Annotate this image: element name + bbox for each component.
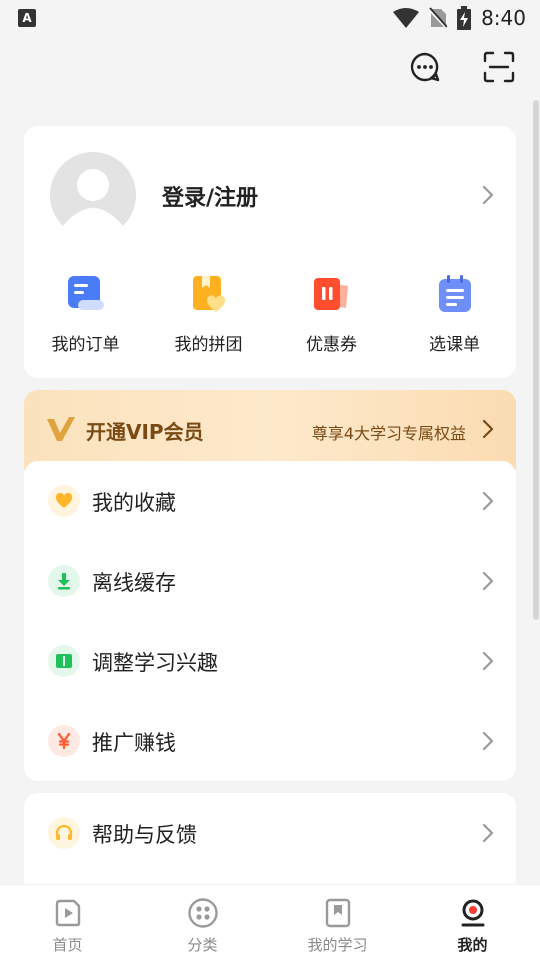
menu-item-favorites[interactable]: 我的收藏 <box>24 461 516 541</box>
chevron-right-icon <box>482 491 494 511</box>
interest-book-icon <box>48 645 80 677</box>
chevron-right-icon <box>482 419 494 439</box>
profile-card: 登录/注册 我的订单 我的拼团 优惠券 选课单 <box>24 126 516 378</box>
default-avatar-icon <box>50 152 136 238</box>
scrollbar[interactable] <box>533 100 539 620</box>
quick-action-coupons[interactable]: 优惠券 <box>270 274 393 355</box>
wifi-icon <box>393 8 420 28</box>
menu-item-label: 调整学习兴趣 <box>92 651 218 675</box>
menu-item-offline-cache[interactable]: 离线缓存 <box>24 541 516 621</box>
quick-action-course-list[interactable]: 选课单 <box>393 274 516 355</box>
chat-bubble-icon <box>410 52 440 82</box>
chevron-right-icon[interactable] <box>482 185 494 205</box>
help-card: 帮助与反馈 <box>24 793 516 893</box>
tab-label: 分类 <box>187 936 218 954</box>
heart-icon <box>48 485 80 517</box>
home-play-icon <box>55 899 80 927</box>
chevron-right-icon <box>482 823 494 843</box>
tab-my-learning[interactable]: 我的学习 <box>270 885 405 960</box>
profile-icon <box>461 899 484 927</box>
quick-action-orders[interactable]: 我的订单 <box>24 274 147 355</box>
avatar[interactable] <box>50 152 136 238</box>
quick-actions: 我的订单 我的拼团 优惠券 选课单 <box>24 274 516 355</box>
no-sim-icon <box>429 7 448 29</box>
quick-action-label: 选课单 <box>429 335 480 355</box>
quick-action-label: 优惠券 <box>306 335 357 355</box>
keyboard-indicator-icon: A <box>18 9 36 27</box>
menu-card: 我的收藏 离线缓存 调整学习兴趣 推广赚钱 <box>24 461 516 781</box>
menu-item-label: 推广赚钱 <box>92 731 176 755</box>
bottom-tab-bar: 首页 分类 我的学习 我的 <box>0 884 540 960</box>
vip-banner[interactable]: 开通VIP会员 尊享4大学习专属权益 <box>24 390 516 470</box>
order-icon <box>67 276 104 310</box>
chevron-right-icon <box>482 571 494 591</box>
vip-description: 尊享4大学习专属权益 <box>311 424 466 443</box>
message-button[interactable] <box>408 50 442 84</box>
scan-button[interactable] <box>482 50 516 84</box>
yen-icon <box>48 725 80 757</box>
tab-label: 我的 <box>457 936 488 954</box>
scan-icon <box>483 51 515 83</box>
quick-action-label: 我的订单 <box>51 335 120 355</box>
menu-item-learning-interests[interactable]: 调整学习兴趣 <box>24 621 516 701</box>
group-buy-icon <box>192 276 225 312</box>
course-list-icon <box>438 275 471 312</box>
category-icon <box>187 898 218 928</box>
coupon-icon <box>313 278 348 310</box>
vip-logo-icon <box>47 417 75 441</box>
headset-icon <box>48 817 80 849</box>
tab-label: 首页 <box>52 936 83 954</box>
menu-item-promote-earn[interactable]: 推广赚钱 <box>24 701 516 781</box>
menu-item-label: 帮助与反馈 <box>92 823 197 847</box>
download-icon <box>48 565 80 597</box>
chevron-right-icon <box>482 651 494 671</box>
battery-charging-icon <box>457 6 472 30</box>
status-time: 8:40 <box>481 6 526 30</box>
tab-category[interactable]: 分类 <box>135 885 270 960</box>
quick-action-group-buy[interactable]: 我的拼团 <box>147 274 270 355</box>
tab-label: 我的学习 <box>307 936 368 954</box>
bookmark-icon <box>325 898 350 928</box>
tab-home[interactable]: 首页 <box>0 885 135 960</box>
vip-title: 开通VIP会员 <box>86 420 204 444</box>
menu-item-label: 我的收藏 <box>92 491 176 515</box>
chevron-right-icon <box>482 731 494 751</box>
quick-action-label: 我的拼团 <box>174 335 243 355</box>
tab-profile[interactable]: 我的 <box>405 885 540 960</box>
status-bar: A 8:40 <box>0 0 540 36</box>
login-register-link[interactable]: 登录/注册 <box>162 180 258 212</box>
menu-item-label: 离线缓存 <box>92 571 176 595</box>
menu-item-help-feedback[interactable]: 帮助与反馈 <box>24 793 516 873</box>
